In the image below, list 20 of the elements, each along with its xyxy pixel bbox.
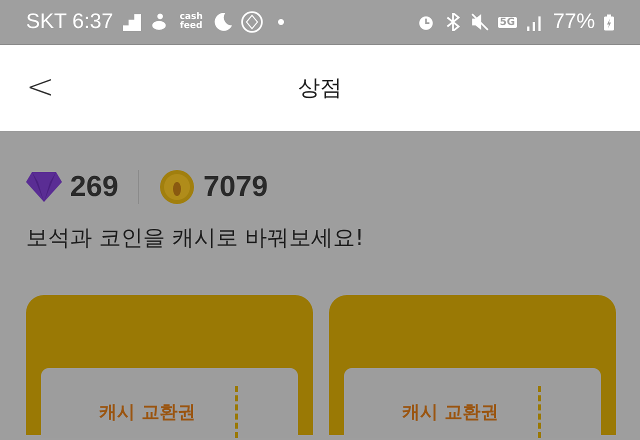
gem-count: 269: [70, 170, 118, 204]
stairs-icon: [123, 13, 142, 31]
network-label: 5G: [498, 16, 517, 28]
voucher-title: 캐시 교환권: [402, 401, 498, 425]
coin-icon: [159, 169, 196, 205]
figure-icon: [150, 13, 168, 31]
exchange-message: 보석과 코인을 캐시로 바꿔보세요!: [26, 225, 365, 253]
battery-charging-icon: [604, 14, 614, 30]
page-title: 상점: [298, 75, 342, 103]
mute-icon: [470, 13, 489, 31]
gem-outline-icon: [241, 11, 264, 33]
voucher-title: 캐시 교환권: [99, 401, 196, 425]
app-logo-text: cash feed: [178, 13, 204, 31]
gem-icon: [26, 172, 62, 202]
back-button[interactable]: <: [26, 67, 54, 107]
status-carrier-time: SKT 6:37: [26, 10, 114, 34]
battery-percent: 77%: [552, 10, 595, 34]
coin-count: 7079: [203, 170, 268, 204]
moon-icon: [214, 13, 232, 31]
notification-dot-icon: [278, 19, 284, 25]
